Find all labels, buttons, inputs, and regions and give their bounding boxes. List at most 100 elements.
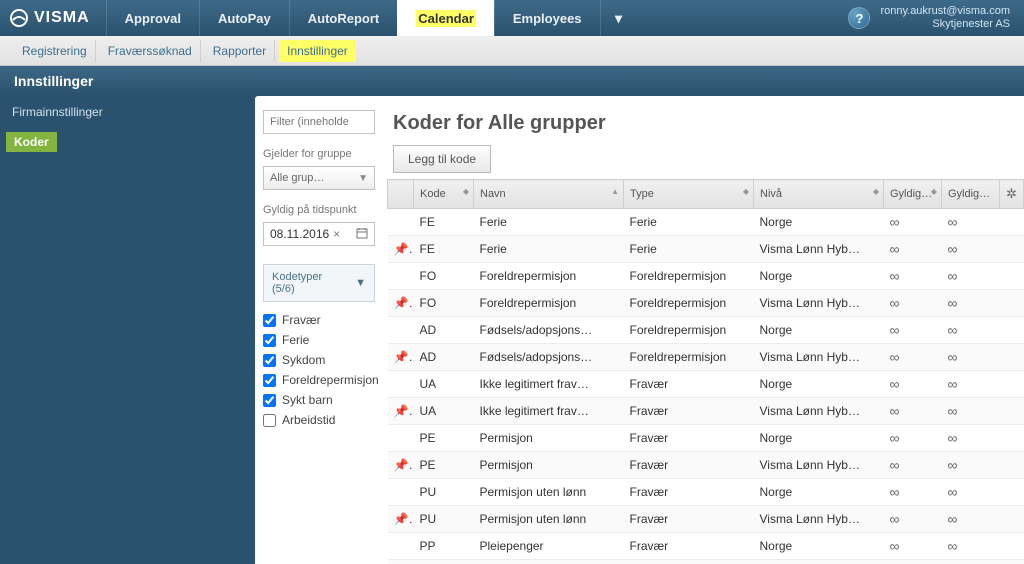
topnav-item-employees[interactable]: Employees <box>494 0 600 36</box>
user-email-link[interactable]: ronny.aukrust@visma.com <box>880 5 1010 17</box>
cell-pin <box>388 479 414 506</box>
cell-gyldig-til: ∞ <box>942 290 1000 317</box>
cell-type: Fravær <box>624 479 754 506</box>
chevron-down-icon: ▼ <box>355 277 366 289</box>
gear-icon[interactable]: ✲ <box>1006 186 1017 201</box>
subnav-item-fraværssøknad[interactable]: Fraværssøknad <box>100 40 201 62</box>
cell-niva: Norge <box>754 533 884 560</box>
table-row[interactable]: 📌FOForeldrepermisjonForeldrepermisjonVis… <box>388 290 1024 317</box>
col-pin[interactable] <box>388 180 414 209</box>
checkbox-foreldrepermisjon[interactable] <box>263 374 276 387</box>
date-clear-icon[interactable]: × <box>333 227 340 241</box>
subnav-item-innstillinger[interactable]: Innstillinger <box>279 40 356 62</box>
kodetyper-dropdown[interactable]: Kodetyper (5/6) ▼ <box>263 264 375 302</box>
cell-navn: Fødsels/adopsjons… <box>474 344 624 371</box>
checkbox-sykt barn[interactable] <box>263 394 276 407</box>
main-area: Firmainnstillinger Koder Gjelder for gru… <box>0 96 1024 564</box>
checkbox-ferie[interactable] <box>263 334 276 347</box>
cell-navn: Permisjon uten lønn <box>474 506 624 533</box>
left-nav: Firmainnstillinger Koder <box>0 96 255 564</box>
table-row[interactable]: ADFødsels/adopsjons…ForeldrepermisjonNor… <box>388 317 1024 344</box>
cell-niva: Visma Lønn Hyb… <box>754 236 884 263</box>
checkbox-arbeidstid[interactable] <box>263 414 276 427</box>
checkbox-sykdom[interactable] <box>263 354 276 367</box>
cell-navn: Ferie <box>474 236 624 263</box>
cell-gyldig-fra: ∞ <box>884 344 942 371</box>
table-row[interactable]: 📌PUPermisjon uten lønnFraværVisma Lønn H… <box>388 506 1024 533</box>
topnav-item-autopay[interactable]: AutoPay <box>199 0 289 36</box>
col-gyldig-til[interactable]: Gyldig… <box>942 180 1000 209</box>
cell-gyldig-fra: ∞ <box>884 371 942 398</box>
cell-kode: FE <box>414 236 474 263</box>
cell-niva: Visma Lønn Hyb… <box>754 452 884 479</box>
topnav-item-calendar[interactable]: Calendar <box>397 0 494 36</box>
cell-kode: AD <box>414 344 474 371</box>
cell-navn: Ikke legitimert frav… <box>474 398 624 425</box>
cell-type: Fravær <box>624 452 754 479</box>
table-row[interactable]: FOForeldrepermisjonForeldrepermisjonNorg… <box>388 263 1024 290</box>
table-body: FEFerieFerieNorge∞∞📌FEFerieFerieVisma Lø… <box>388 209 1024 564</box>
cell-gyldig-fra: ∞ <box>884 290 942 317</box>
checkbox-fravær[interactable] <box>263 314 276 327</box>
group-label: Gjelder for gruppe <box>263 148 375 160</box>
table-row[interactable]: 📌ADFødsels/adopsjons…ForeldrepermisjonVi… <box>388 344 1024 371</box>
check-row: Ferie <box>263 330 375 350</box>
user-info: ronny.aukrust@visma.com Skytjenester AS <box>880 5 1010 31</box>
col-type[interactable]: Type◆ <box>624 180 754 209</box>
cell-navn: Foreldrepermisjon <box>474 263 624 290</box>
col-navn[interactable]: Navn▲ <box>474 180 624 209</box>
col-niva[interactable]: Nivå◆ <box>754 180 884 209</box>
cell-gyldig-fra: ∞ <box>884 398 942 425</box>
cell-niva: Visma Lønn Hyb… <box>754 290 884 317</box>
table-row[interactable]: PPPleiepengerFraværNorge∞∞ <box>388 533 1024 560</box>
table-header-row: Kode◆ Navn▲ Type◆ Nivå◆ Gyldig…◆ Gyldig…… <box>388 180 1024 209</box>
brand-text: VISMA <box>34 9 90 27</box>
table-row[interactable]: PUPermisjon uten lønnFraværNorge∞∞ <box>388 479 1024 506</box>
table-row[interactable]: 📌UAIkke legitimert frav…FraværVisma Lønn… <box>388 398 1024 425</box>
topnav-label: AutoPay <box>218 11 271 26</box>
leftnav-item-firmainnstillinger[interactable]: Firmainnstillinger <box>0 96 255 128</box>
calendar-icon[interactable] <box>356 227 368 242</box>
cell-gyldig-til: ∞ <box>942 371 1000 398</box>
col-kode[interactable]: Kode◆ <box>414 180 474 209</box>
cell-pin <box>388 263 414 290</box>
cell-gyldig-til: ∞ <box>942 479 1000 506</box>
cell-navn: Fødsels/adopsjons… <box>474 317 624 344</box>
cell-gyldig-til: ∞ <box>942 236 1000 263</box>
topnav-item-approval[interactable]: Approval <box>106 0 199 36</box>
subnav-item-rapporter[interactable]: Rapporter <box>205 40 275 62</box>
nav-more-button[interactable]: ▾ <box>600 0 637 36</box>
table-row[interactable]: 📌PEPermisjonFraværVisma Lønn Hyb…∞∞ <box>388 452 1024 479</box>
group-select[interactable]: Alle grup… ▼ <box>263 166 375 190</box>
cell-pin: 📌 <box>388 344 414 371</box>
table-row[interactable]: UAIkke legitimert frav…FraværNorge∞∞ <box>388 371 1024 398</box>
add-code-button[interactable]: Legg til kode <box>393 145 491 173</box>
checkbox-label: Foreldrepermisjon <box>282 373 379 387</box>
cell-gyldig-fra: ∞ <box>884 533 942 560</box>
sort-icon: ◆ <box>873 187 879 196</box>
checkbox-label: Fravær <box>282 313 321 327</box>
help-button[interactable]: ? <box>848 7 870 29</box>
table-row[interactable]: 📌FEFerieFerieVisma Lønn Hyb…∞∞ <box>388 236 1024 263</box>
cell-pin: 📌 <box>388 506 414 533</box>
sort-icon: ◆ <box>463 187 469 196</box>
cell-niva: Visma Lønn Hyb… <box>754 506 884 533</box>
cell-niva: Norge <box>754 371 884 398</box>
cell-spacer <box>1000 452 1024 479</box>
table-row[interactable]: 📌PPPleiepengerFraværVisma Lønn Hyb…∞∞ <box>388 560 1024 564</box>
leftnav-item-koder[interactable]: Koder <box>6 132 57 152</box>
cell-type: Fravær <box>624 533 754 560</box>
cell-spacer <box>1000 425 1024 452</box>
col-settings[interactable]: ✲ <box>1000 180 1024 209</box>
filter-search-input[interactable] <box>263 110 375 134</box>
cell-gyldig-til: ∞ <box>942 425 1000 452</box>
cell-pin: 📌 <box>388 398 414 425</box>
date-input[interactable]: 08.11.2016× <box>263 222 375 246</box>
topnav-item-autoreport[interactable]: AutoReport <box>289 0 398 36</box>
table-row[interactable]: PEPermisjonFraværNorge∞∞ <box>388 425 1024 452</box>
table-area: Koder for Alle grupper Legg til kode Kod… <box>383 110 1024 564</box>
table-row[interactable]: FEFerieFerieNorge∞∞ <box>388 209 1024 236</box>
cell-gyldig-fra: ∞ <box>884 452 942 479</box>
subnav-item-registrering[interactable]: Registrering <box>14 40 96 62</box>
col-gyldig-fra[interactable]: Gyldig…◆ <box>884 180 942 209</box>
